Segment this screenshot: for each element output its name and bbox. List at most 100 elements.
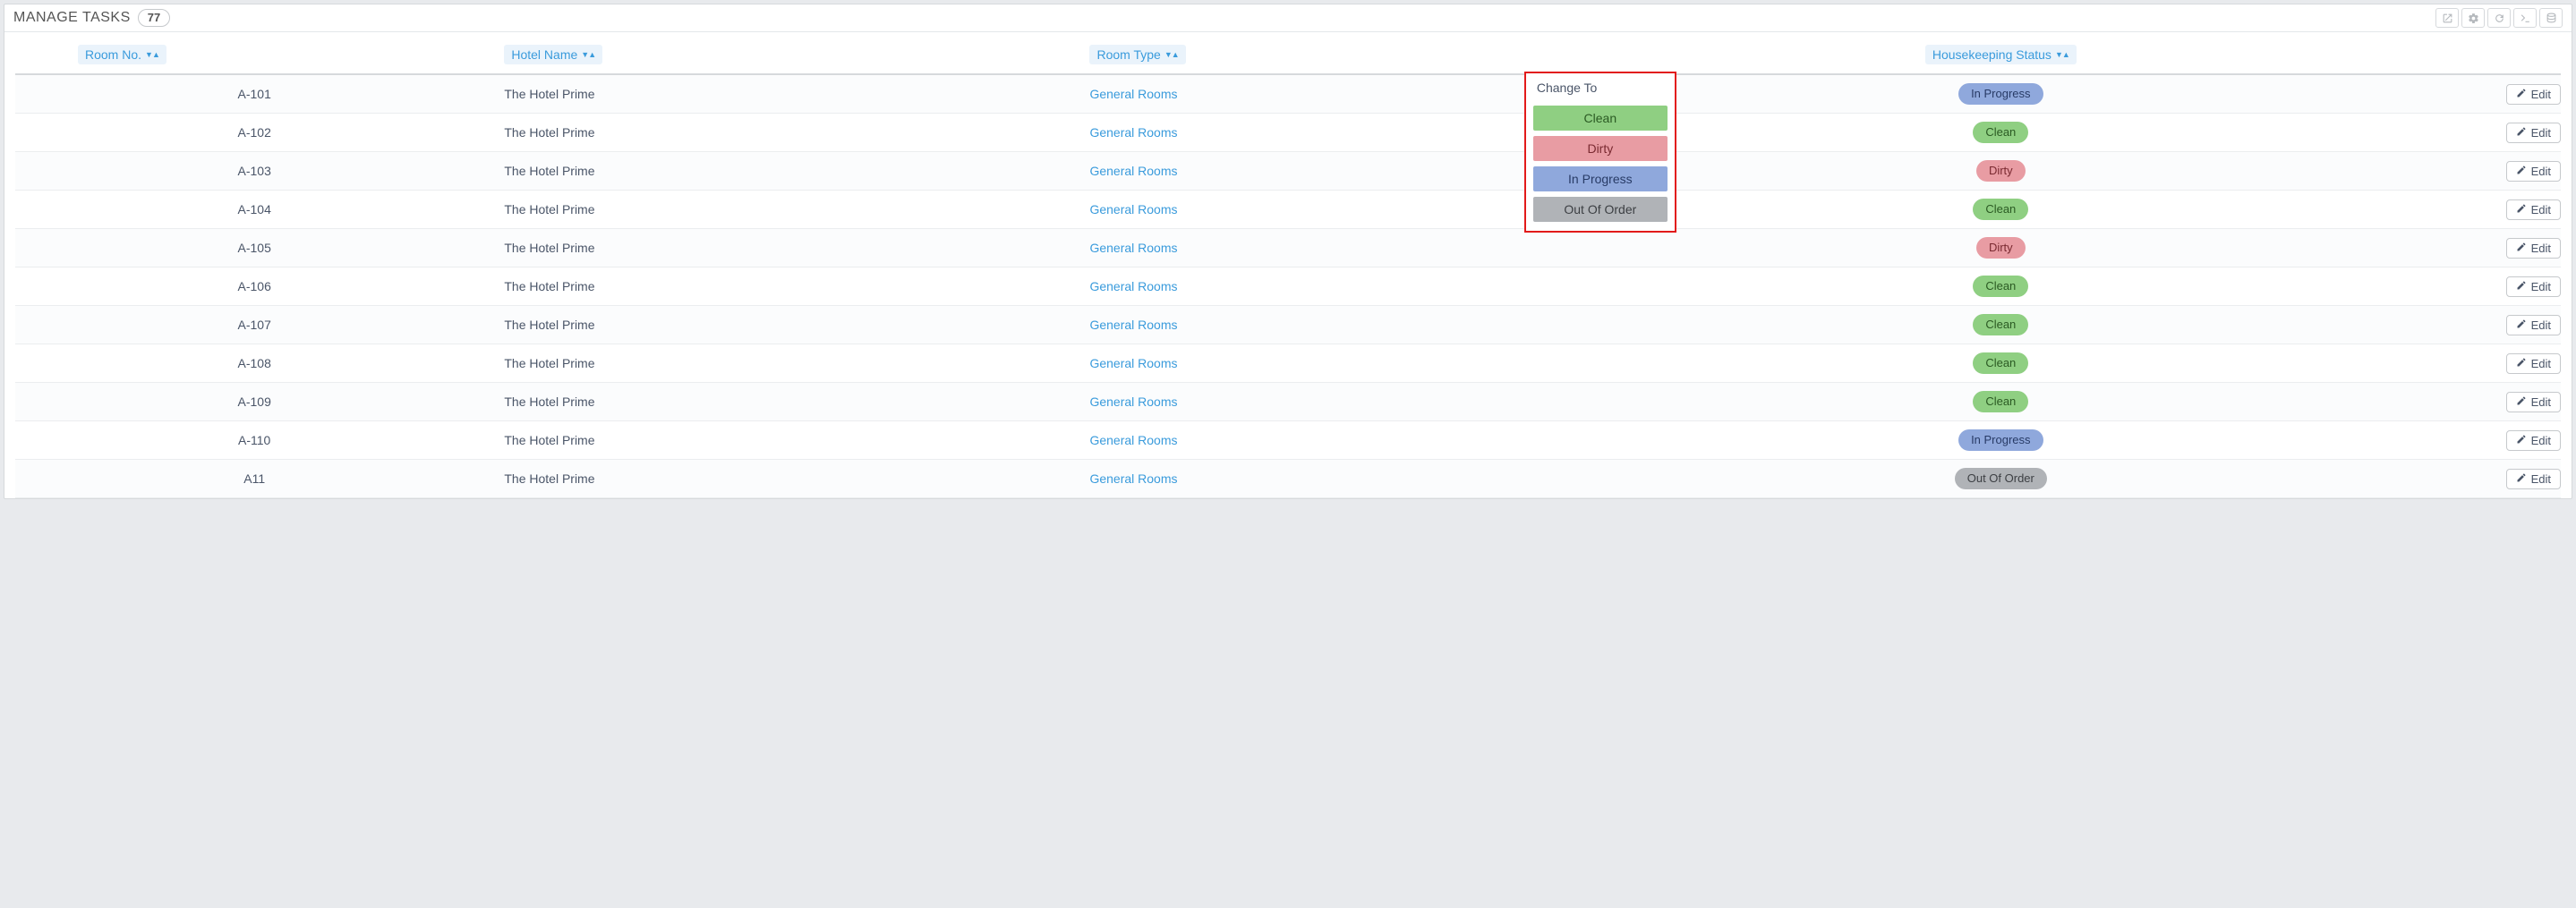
col-header-label: Room No. [85,47,141,62]
edit-label: Edit [2531,357,2551,370]
room-no-cell: A-103 [238,164,271,178]
pencil-icon [2516,88,2527,101]
manage-tasks-panel: MANAGE TASKS 77 Change To Clean D [4,4,2572,499]
room-no-cell: A-104 [238,202,271,216]
pencil-icon [2516,280,2527,293]
edit-button[interactable]: Edit [2506,315,2561,335]
col-header-room-no[interactable]: Room No. ▼▲ [78,45,166,64]
status-badge[interactable]: Out Of Order [1955,468,2047,489]
panel-header: MANAGE TASKS 77 [4,4,2572,32]
edit-label: Edit [2531,318,2551,332]
edit-button[interactable]: Edit [2506,161,2561,182]
hotel-name-cell: The Hotel Prime [504,433,594,447]
room-no-cell: A-110 [238,433,270,447]
status-badge[interactable]: In Progress [1958,83,2043,105]
table-row: A-108The Hotel PrimeGeneral RoomsCleanEd… [15,344,2561,383]
edit-button[interactable]: Edit [2506,199,2561,220]
edit-button[interactable]: Edit [2506,238,2561,259]
sort-icon: ▼▲ [581,50,595,59]
table-row: A11 The Hotel Prime General Rooms Out Of Or… [15,460,2561,498]
status-badge[interactable]: In Progress [1958,429,2043,451]
edit-button[interactable]: Edit [2506,469,2561,489]
room-type-link[interactable]: General Rooms [1089,164,1177,178]
pencil-icon [2516,242,2527,255]
popup-option-in-progress[interactable]: In Progress [1533,166,1668,191]
room-no-cell: A-102 [238,125,271,140]
table-row: A-103The Hotel PrimeGeneral RoomsDirtyEd… [15,152,2561,191]
edit-button[interactable]: Edit [2506,123,2561,143]
popup-title: Change To [1533,81,1668,100]
room-no-cell: A-106 [238,279,271,293]
popup-option-dirty[interactable]: Dirty [1533,136,1668,161]
room-type-link[interactable]: General Rooms [1089,279,1177,293]
edit-label: Edit [2531,165,2551,178]
hotel-name-cell: The Hotel Prime [504,471,594,486]
pencil-icon [2516,434,2527,447]
tasks-table: Room No. ▼▲ Hotel Name ▼▲ Room Type [15,39,2561,498]
edit-button[interactable]: Edit [2506,392,2561,412]
status-badge[interactable]: Clean [1973,122,2028,143]
table-row: A-104The Hotel PrimeGeneral RoomsCleanEd… [15,191,2561,229]
panel-title-wrap: MANAGE TASKS 77 [13,9,170,27]
room-no-cell: A-108 [238,356,271,370]
edit-button[interactable]: Edit [2506,353,2561,374]
room-type-link[interactable]: General Rooms [1089,395,1177,409]
edit-label: Edit [2531,472,2551,486]
table-container: Change To Clean Dirty In Progress Out Of… [4,32,2572,498]
col-header-status[interactable]: Housekeeping Status ▼▲ [1925,45,2077,64]
edit-label: Edit [2531,242,2551,255]
edit-label: Edit [2531,280,2551,293]
hotel-name-cell: The Hotel Prime [504,87,594,101]
room-type-link[interactable]: General Rooms [1089,433,1177,447]
room-no-cell: A-101 [238,87,271,101]
sort-icon: ▼▲ [1164,50,1179,59]
database-icon[interactable] [2539,8,2563,28]
pencil-icon [2516,472,2527,486]
status-badge[interactable]: Dirty [1976,237,2026,259]
room-type-link[interactable]: General Rooms [1089,356,1177,370]
table-row: A-101 The Hotel Prime General Rooms In Prog… [15,74,2561,114]
table-row: A-106The Hotel PrimeGeneral RoomsCleanEd… [15,267,2561,306]
edit-button[interactable]: Edit [2506,84,2561,105]
status-badge[interactable]: Clean [1973,352,2028,374]
popup-option-clean[interactable]: Clean [1533,106,1668,131]
change-status-popup: Change To Clean Dirty In Progress Out Of… [1524,72,1676,233]
status-badge[interactable]: Clean [1973,314,2028,335]
edit-label: Edit [2531,88,2551,101]
col-header-label: Housekeeping Status [1932,47,2051,62]
pencil-icon [2516,165,2527,178]
sort-icon: ▼▲ [2055,50,2069,59]
pencil-icon [2516,203,2527,216]
room-type-link[interactable]: General Rooms [1089,125,1177,140]
terminal-icon[interactable] [2513,8,2537,28]
share-icon[interactable] [2435,8,2459,28]
room-type-link[interactable]: General Rooms [1089,471,1177,486]
edit-label: Edit [2531,434,2551,447]
edit-label: Edit [2531,203,2551,216]
col-header-hotel[interactable]: Hotel Name ▼▲ [504,45,602,64]
status-badge[interactable]: Clean [1973,199,2028,220]
room-no-cell: A11 [243,471,265,486]
edit-label: Edit [2531,395,2551,409]
room-type-link[interactable]: General Rooms [1089,87,1177,101]
room-type-link[interactable]: General Rooms [1089,318,1177,332]
edit-button[interactable]: Edit [2506,430,2561,451]
room-type-link[interactable]: General Rooms [1089,202,1177,216]
status-badge[interactable]: Clean [1973,276,2028,297]
popup-option-out-of-order[interactable]: Out Of Order [1533,197,1668,222]
room-no-cell: A-107 [238,318,271,332]
status-badge[interactable]: Dirty [1976,160,2026,182]
sort-icon: ▼▲ [145,50,159,59]
edit-button[interactable]: Edit [2506,276,2561,297]
task-count-badge: 77 [138,9,170,27]
table-row: A-105The Hotel PrimeGeneral RoomsDirtyEd… [15,229,2561,267]
refresh-icon[interactable] [2487,8,2511,28]
status-badge[interactable]: Clean [1973,391,2028,412]
settings-icon[interactable] [2461,8,2485,28]
room-type-link[interactable]: General Rooms [1089,241,1177,255]
table-row: A-110 The Hotel Prime General Rooms In Prog… [15,421,2561,460]
pencil-icon [2516,357,2527,370]
table-row: A-107The Hotel PrimeGeneral RoomsCleanEd… [15,306,2561,344]
hotel-name-cell: The Hotel Prime [504,241,594,255]
col-header-room-type[interactable]: Room Type ▼▲ [1089,45,1185,64]
